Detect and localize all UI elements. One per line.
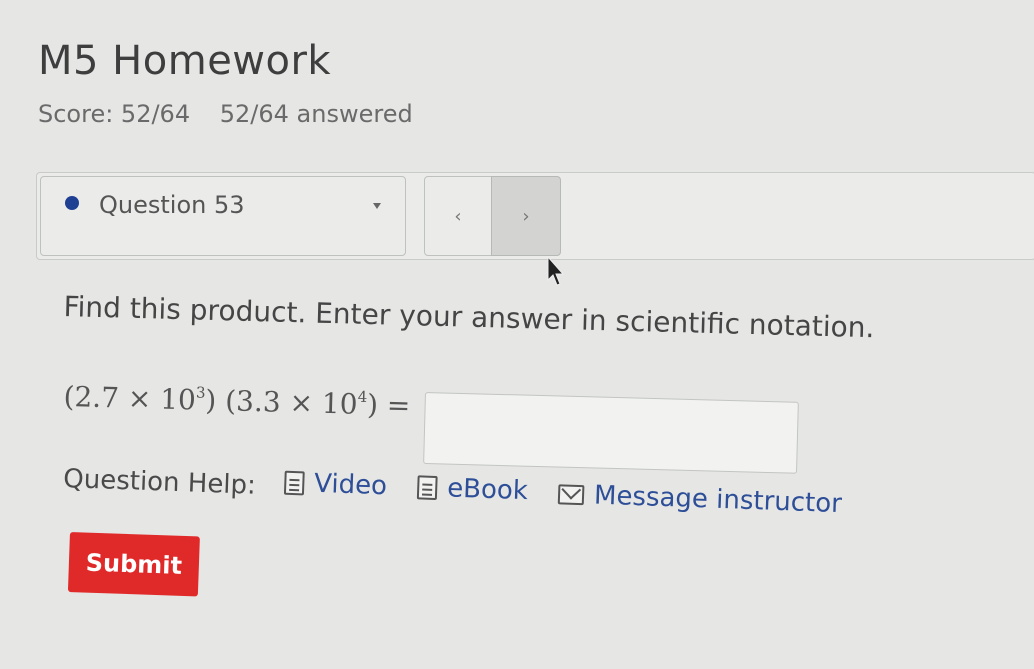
message-instructor-link[interactable]: Message instructor xyxy=(557,479,843,520)
ebook-link-label: eBook xyxy=(446,473,529,507)
envelope-icon xyxy=(557,484,585,506)
chevron-right-icon: › xyxy=(522,205,530,227)
score-text: Score: 52/64 xyxy=(38,100,191,128)
video-link-label: Video xyxy=(313,468,388,502)
video-link[interactable]: Video xyxy=(283,468,388,502)
answer-input[interactable] xyxy=(423,392,799,474)
page-title: M5 Homework xyxy=(38,38,332,84)
question-select-label: Question 53 xyxy=(99,191,245,219)
message-instructor-label: Message instructor xyxy=(593,480,843,520)
equals-sign: = xyxy=(386,388,411,423)
chevron-left-icon: ‹ xyxy=(454,205,462,227)
chevron-down-icon xyxy=(373,203,381,209)
question-status-dot xyxy=(65,196,79,210)
math-expression: (2.7 × 103) (3.3 × 104) = xyxy=(63,380,411,422)
answered-count: 52/64 answered xyxy=(219,100,413,128)
submit-button[interactable]: Submit xyxy=(67,532,200,597)
homework-page: M5 Homework Score: 52/64 52/64 answered … xyxy=(0,0,1034,669)
mouse-cursor-icon xyxy=(547,256,565,286)
question-help-label: Question Help: xyxy=(62,463,257,501)
question-select[interactable]: Question 53 xyxy=(40,176,406,256)
question-prompt: Find this product. Enter your answer in … xyxy=(63,290,875,345)
document-icon xyxy=(283,470,305,496)
previous-question-button[interactable]: ‹ xyxy=(424,176,492,256)
score-line: Score: 52/64 52/64 answered xyxy=(38,100,435,128)
ebook-link[interactable]: eBook xyxy=(416,472,529,507)
factor-2: (3.3 × 104) xyxy=(224,384,379,422)
factor-1: (2.7 × 103) xyxy=(63,380,217,417)
book-icon xyxy=(416,475,438,501)
next-question-button[interactable]: › xyxy=(491,176,561,256)
